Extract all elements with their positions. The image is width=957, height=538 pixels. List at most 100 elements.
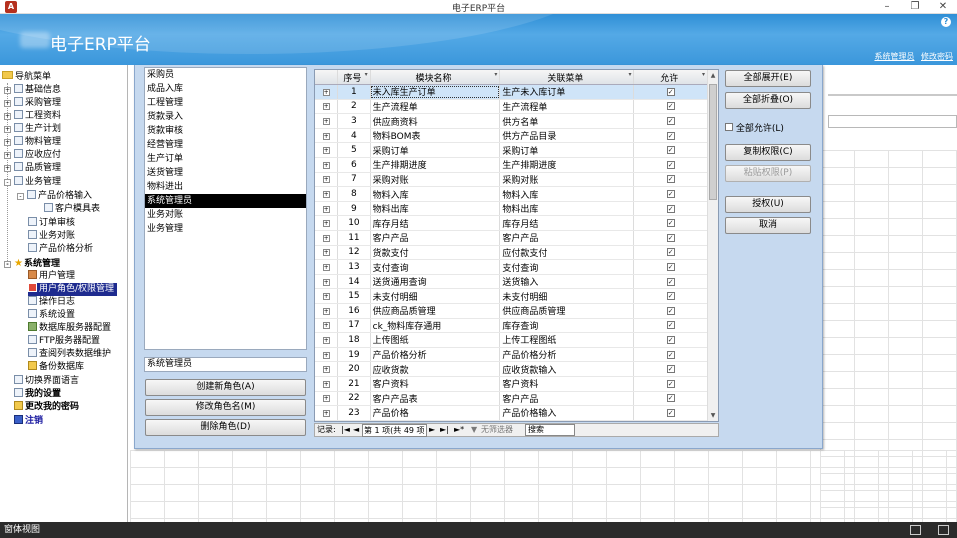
- allowed-checkbox[interactable]: ✓: [666, 146, 675, 155]
- module-name-cell[interactable]: 采购对账: [370, 172, 501, 188]
- role-item[interactable]: 成品入库: [145, 82, 306, 96]
- allowed-cell[interactable]: ✓: [633, 318, 708, 334]
- nav-item-operation-log[interactable]: 操作日志: [28, 296, 75, 309]
- role-list[interactable]: 采购员 成品入库 工程管理 货款录入 货款审核 经营管理 生产订单 送货管理 物…: [144, 67, 307, 350]
- role-item-selected[interactable]: 系统管理员: [145, 194, 306, 208]
- role-item[interactable]: 货款录入: [145, 110, 306, 124]
- role-item[interactable]: 业务对账: [145, 208, 306, 222]
- expand-icon[interactable]: +: [4, 113, 11, 120]
- expand-icon[interactable]: +: [322, 176, 330, 184]
- collapse-icon[interactable]: -: [4, 179, 11, 186]
- allowed-cell[interactable]: ✓: [633, 157, 708, 173]
- row-expand-cell[interactable]: +: [315, 361, 339, 377]
- expand-icon[interactable]: +: [322, 249, 330, 257]
- close-icon[interactable]: ✕: [932, 0, 954, 14]
- table-row[interactable]: +10 库存月结 库存月结 ✓: [315, 215, 708, 232]
- role-item[interactable]: 送货管理: [145, 166, 306, 180]
- nav-item-engineering[interactable]: + 工程资料: [4, 110, 61, 123]
- row-expand-cell[interactable]: +: [315, 391, 339, 407]
- row-expand-cell[interactable]: +: [315, 259, 339, 275]
- create-role-button[interactable]: 创建新角色(A): [145, 379, 306, 396]
- row-expand-cell[interactable]: +: [315, 230, 339, 246]
- table-row[interactable]: +21 客户资料 客户资料 ✓: [315, 376, 708, 392]
- expand-icon[interactable]: +: [4, 139, 11, 146]
- menu-cell[interactable]: 上传工程图纸: [499, 332, 635, 348]
- grant-button[interactable]: 授权(U): [725, 196, 811, 213]
- expand-icon[interactable]: +: [4, 87, 11, 94]
- menu-cell[interactable]: 生产流程单: [499, 99, 635, 115]
- menu-cell[interactable]: 支付查询: [499, 259, 635, 275]
- module-name-cell[interactable]: 采购订单: [370, 142, 501, 159]
- expand-icon[interactable]: +: [4, 126, 11, 133]
- allowed-cell[interactable]: ✓: [633, 201, 708, 217]
- module-name-cell[interactable]: 货款支付: [370, 245, 501, 261]
- row-expand-cell[interactable]: +: [315, 157, 339, 173]
- allowed-cell[interactable]: ✓: [633, 391, 708, 407]
- row-expand-cell[interactable]: +: [315, 172, 339, 188]
- expand-icon[interactable]: +: [322, 380, 330, 388]
- menu-cell[interactable]: 产品价格输入: [499, 405, 635, 421]
- allow-all-checkbox[interactable]: [725, 123, 733, 131]
- expand-icon[interactable]: +: [322, 395, 330, 403]
- expand-icon[interactable]: +: [322, 191, 330, 199]
- allowed-cell[interactable]: ✓: [633, 288, 708, 304]
- allowed-cell[interactable]: ✓: [633, 230, 708, 246]
- table-row[interactable]: +17 ck_物料库存通用 库存查询 ✓: [315, 318, 708, 334]
- expand-icon[interactable]: +: [322, 351, 330, 359]
- expand-icon[interactable]: +: [322, 307, 330, 315]
- minimize-icon[interactable]: –: [876, 0, 898, 14]
- allowed-checkbox[interactable]: ✓: [666, 321, 675, 330]
- new-record-icon[interactable]: ►*: [454, 424, 464, 436]
- module-name-cell[interactable]: 客户资料: [370, 376, 501, 392]
- row-expand-cell[interactable]: +: [315, 128, 339, 144]
- nav-item-price-analysis[interactable]: 产品价格分析: [28, 243, 93, 256]
- row-expand-cell[interactable]: +: [315, 303, 339, 319]
- copy-permissions-button[interactable]: 复制权限(C): [725, 144, 811, 161]
- module-name-cell[interactable]: 物料BOM表: [370, 128, 501, 144]
- allowed-cell[interactable]: ✓: [633, 259, 708, 275]
- allowed-checkbox[interactable]: ✓: [666, 102, 675, 111]
- column-header-menu[interactable]: 关联菜单 ▾: [499, 70, 635, 86]
- cancel-button[interactable]: 取消: [725, 217, 811, 234]
- table-row[interactable]: +20 应收货款 应收货款输入 ✓: [315, 361, 708, 377]
- nav-item-product-price-input[interactable]: - 产品价格输入: [17, 190, 92, 203]
- nav-item-backup-db[interactable]: 备份数据库: [28, 361, 84, 374]
- row-expand-cell[interactable]: +: [315, 405, 339, 421]
- restore-icon[interactable]: ❐: [904, 0, 926, 14]
- help-icon[interactable]: ?: [941, 17, 951, 27]
- expand-icon[interactable]: +: [322, 409, 330, 417]
- module-name-cell[interactable]: 生产流程单: [370, 99, 501, 115]
- menu-cell[interactable]: 未支付明细: [499, 288, 635, 304]
- record-search-input[interactable]: 搜索: [525, 424, 575, 436]
- allowed-checkbox[interactable]: ✓: [666, 175, 675, 184]
- expand-icon[interactable]: +: [322, 161, 330, 169]
- module-name-cell[interactable]: 客户产品: [370, 230, 501, 246]
- table-row[interactable]: +2 生产流程单 生产流程单 ✓: [315, 99, 708, 115]
- nav-item-ftp-config[interactable]: FTP服务器配置: [28, 335, 100, 348]
- allowed-cell[interactable]: ✓: [633, 84, 708, 100]
- table-row[interactable]: +5 采购订单 采购订单 ✓: [315, 142, 708, 159]
- module-name-cell[interactable]: 物料入库: [370, 186, 501, 202]
- allowed-checkbox[interactable]: ✓: [666, 233, 675, 242]
- allowed-checkbox[interactable]: ✓: [666, 365, 675, 374]
- filter-icon[interactable]: ▼: [471, 424, 477, 436]
- nav-item-production-plan[interactable]: + 生产计划: [4, 123, 61, 136]
- allowed-checkbox[interactable]: ✓: [666, 160, 675, 169]
- rename-role-button[interactable]: 修改角色名(M): [145, 399, 306, 416]
- module-name-cell[interactable]: 未入库生产订单: [370, 84, 501, 100]
- first-record-icon[interactable]: |◄: [341, 424, 350, 436]
- current-user-link[interactable]: 系统管理员: [874, 52, 914, 61]
- expand-icon[interactable]: +: [322, 264, 330, 272]
- allowed-checkbox[interactable]: ✓: [666, 408, 675, 417]
- record-position[interactable]: 第 1 项(共 49 项: [362, 424, 427, 437]
- menu-cell[interactable]: 库存月结: [499, 215, 635, 232]
- menu-cell[interactable]: 应付款支付: [499, 245, 635, 261]
- menu-cell[interactable]: 生产未入库订单: [499, 84, 635, 100]
- allowed-cell[interactable]: ✓: [633, 332, 708, 348]
- module-name-cell[interactable]: 上传图纸: [370, 332, 501, 348]
- nav-item-logout[interactable]: 注销: [14, 415, 43, 428]
- module-name-cell[interactable]: 供应商资料: [370, 113, 501, 129]
- nav-item-materials[interactable]: + 物料管理: [4, 136, 61, 149]
- role-name-field[interactable]: 系统管理员: [144, 357, 307, 372]
- role-item[interactable]: 采购员: [145, 68, 306, 82]
